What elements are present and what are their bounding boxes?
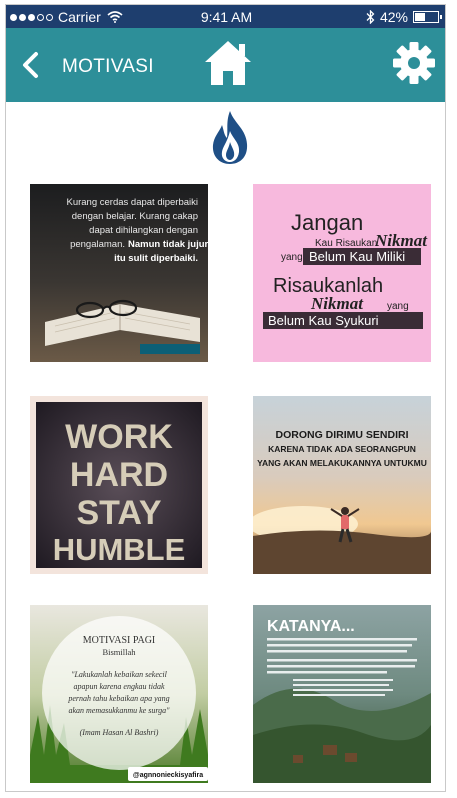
- battery-icon: [413, 11, 442, 23]
- image-text: Jangan: [291, 210, 363, 235]
- motivation-image[interactable]: KATANYA...: [253, 605, 431, 783]
- image-text: Kau Risaukan: [315, 238, 377, 249]
- image-text: Belum Kau Syukuri: [268, 313, 379, 328]
- battery-percent: 42%: [379, 9, 408, 25]
- image-text: @agnnonieckisyafira: [133, 772, 203, 779]
- image-text: apapun karena engkau tidak: [73, 682, 164, 691]
- image-text: pengalaman.: [70, 239, 125, 250]
- gear-icon: [393, 42, 435, 84]
- bluetooth-icon: [366, 10, 375, 24]
- motivation-image[interactable]: Jangan Kau Risaukan Nikmat yang Belum Ka…: [253, 184, 431, 362]
- flame-icon: [210, 109, 250, 165]
- image-text: HARD: [70, 456, 168, 494]
- status-bar: Carrier 9:41 AM 42%: [6, 5, 445, 28]
- image-text: Namun tidak jujur: [128, 239, 208, 250]
- motivation-image[interactable]: MOTIVASI PAGI Bismillah "Lakukanlah keba…: [30, 605, 208, 783]
- image-text: Belum Kau Miliki: [309, 249, 405, 264]
- home-button[interactable]: [202, 38, 254, 88]
- image-text: YANG AKAN MELAKUKANNYA UNTUKMU: [257, 458, 427, 468]
- image-text: "Lakukanlah kebaikan sekecil: [71, 670, 168, 679]
- page-title: MOTIVASI: [62, 56, 154, 77]
- image-text: (Imam Hasan Al Bashri): [80, 728, 159, 737]
- motivation-image[interactable]: DORONG DIRIMU SENDIRI KARENA TIDAK ADA S…: [253, 396, 431, 574]
- image-text: itu sulit diperbaiki.: [114, 253, 198, 264]
- image-text: Kurang cerdas dapat diperbaiki: [66, 197, 198, 208]
- image-text: akan memasukkanmu ke surga": [68, 706, 170, 715]
- settings-button[interactable]: [391, 40, 437, 86]
- image-text: yang: [281, 252, 303, 263]
- image-text: HUMBLE: [53, 532, 186, 567]
- navigation-bar: MOTIVASI: [6, 28, 445, 102]
- motivation-image[interactable]: Kurang cerdas dapat diperbaiki dengan be…: [30, 184, 208, 362]
- image-text: MOTIVASI PAGI: [83, 635, 156, 646]
- image-text: pernah tahu kebaikan apa yang: [67, 694, 169, 703]
- image-text: dapat dihilangkan dengan: [89, 225, 198, 236]
- image-text: Nikmat: [310, 294, 364, 313]
- image-text: yang: [387, 301, 409, 312]
- app-screen: Carrier 9:41 AM 42% MOTIVASI Kurang cerd…: [5, 4, 446, 792]
- image-text: Nikmat: [374, 231, 428, 250]
- image-text: WORK: [65, 418, 173, 456]
- back-button[interactable]: [18, 50, 44, 80]
- motivation-image[interactable]: WORK HARD STAY HUMBLE: [30, 396, 208, 574]
- image-text: KARENA TIDAK ADA SEORANGPUN: [268, 444, 416, 454]
- image-text: STAY: [76, 494, 161, 532]
- image-text: dengan belajar. Kurang cakap: [72, 211, 198, 222]
- image-text: KATANYA...: [267, 618, 355, 635]
- image-text: DORONG DIRIMU SENDIRI: [275, 429, 408, 441]
- image-text: Bismillah: [102, 647, 136, 657]
- chevron-left-icon: [23, 52, 38, 78]
- home-icon: [205, 41, 251, 85]
